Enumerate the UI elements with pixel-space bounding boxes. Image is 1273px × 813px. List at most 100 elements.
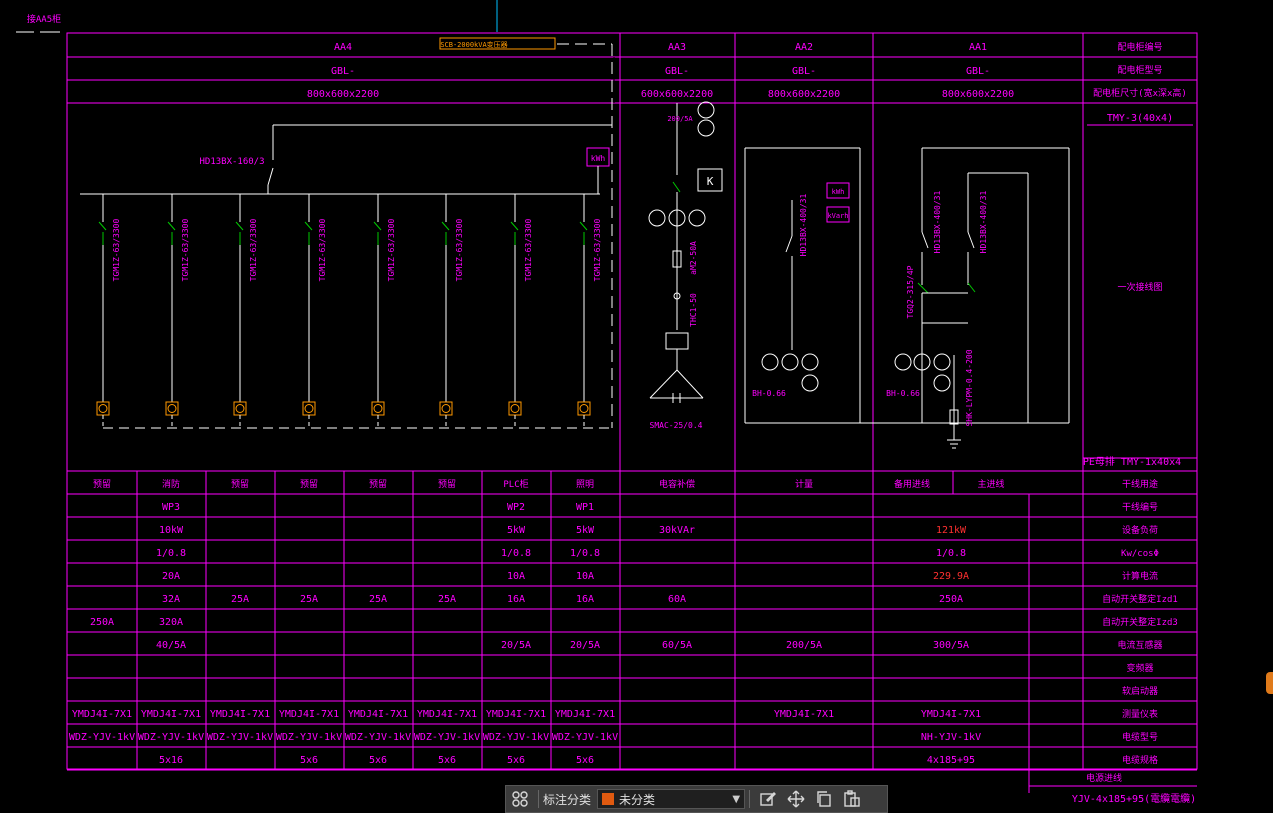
table-cell: 5kW xyxy=(576,525,595,536)
table-cell: 200/5A xyxy=(786,640,822,651)
aa3-ct-label: 200/5A xyxy=(667,115,693,123)
table-cell: 30kVAr xyxy=(659,525,695,536)
table-cell: 5x6 xyxy=(576,755,594,766)
category-color-swatch xyxy=(602,793,615,805)
line-91 xyxy=(967,282,976,293)
table-cell: 250A xyxy=(939,594,963,605)
aa2-ct-extra xyxy=(801,374,819,392)
purpose-cell: 预留 xyxy=(438,478,456,490)
header-row-label: 配电柜尺寸(宽x深x高) xyxy=(1093,87,1187,99)
table-cell: 4x185+95 xyxy=(927,755,975,766)
table-cell: 32A xyxy=(162,594,180,605)
aa4-breaker-label: TGM1Z-63/3300 xyxy=(593,219,602,282)
side-panel-handle[interactable] xyxy=(1266,672,1273,694)
table-cell: 5x16 xyxy=(159,755,183,766)
table-cell: WDZ-YJV-1kV xyxy=(276,732,342,743)
category-dropdown[interactable]: 未分类 ▼ xyxy=(597,789,746,809)
aa4-breaker-label: TGM1Z-63/3300 xyxy=(112,219,121,282)
line-59 xyxy=(579,221,588,231)
ct-ring-2 xyxy=(235,404,245,413)
aa4-breaker-label: TGM1Z-63/3300 xyxy=(318,219,327,282)
row-label: 设备负荷 xyxy=(1122,524,1158,536)
line-68 xyxy=(676,369,704,399)
table-cell: 1/0.8 xyxy=(156,548,186,559)
purpose-cell: 预留 xyxy=(369,478,387,490)
line-44 xyxy=(373,221,382,231)
aa4-breaker-label: TGM1Z-63/3300 xyxy=(249,219,258,282)
table-cell: 20/5A xyxy=(570,640,600,651)
busbar-label: TMY-3(40x4) xyxy=(1107,113,1173,124)
table-cell: WDZ-YJV-1kV xyxy=(552,732,618,743)
table-cell: 5kW xyxy=(507,525,526,536)
edit-icon[interactable] xyxy=(754,786,782,812)
category-label: 标注分类 xyxy=(543,792,592,807)
toolbar-divider xyxy=(538,790,539,808)
table-cell: YMDJ4I-7X1 xyxy=(279,709,339,720)
table-cell: 60A xyxy=(668,594,686,605)
table-cell: 25A xyxy=(300,594,318,605)
cad-drawing-canvas[interactable]: 接AA5柜 AA4 GBL- 800x600x2200 AA3 GBL- 600x600x2… xyxy=(0,0,1273,813)
table-cell: WDZ-YJV-1kV xyxy=(138,732,204,743)
aa3-ct-ring-2 xyxy=(688,209,706,227)
table-cell: 121kW xyxy=(936,525,967,536)
table-cell: 20A xyxy=(162,571,180,582)
cabinet-model: GBL- xyxy=(966,66,990,77)
cabinet-model: GBL- xyxy=(665,66,689,77)
table-cell: 16A xyxy=(576,594,594,605)
row-label: 电流互感器 xyxy=(1117,639,1162,651)
purpose-cell: PLC柜 xyxy=(503,478,528,490)
row-label: 软启动器 xyxy=(1122,685,1158,697)
row-label: 变频器 xyxy=(1126,662,1153,674)
purpose-cell: 消防 xyxy=(162,478,180,490)
aa2-ct-label: BH-0.66 xyxy=(752,389,786,398)
purpose-cell: 主进线 xyxy=(977,478,1004,490)
aa1-ct-2 xyxy=(933,353,951,371)
purpose-cell: 备用进线 xyxy=(894,478,930,490)
cabinet-size: 600x600x2200 xyxy=(641,89,713,100)
purpose-cell: 计量 xyxy=(795,478,813,490)
table-cell: 10kW xyxy=(159,525,184,536)
paste-icon[interactable] xyxy=(838,786,866,812)
aa1-switch-b-label: HD13BX-400/31 xyxy=(979,191,988,254)
cabinet-model: GBL- xyxy=(792,66,816,77)
table-cell: YMDJ4I-7X1 xyxy=(921,709,981,720)
aa1-ats-label: TGQ2-315/4P xyxy=(906,265,915,318)
line-86 xyxy=(921,231,929,249)
aa4-main-switch: HD13BX-160/3 xyxy=(199,157,264,167)
line-19 xyxy=(267,167,274,186)
table-cell: YMDJ4I-7X1 xyxy=(348,709,408,720)
ct-ring-5 xyxy=(441,404,451,413)
aa3-capacitor-label: SMAC-25/0.4 xyxy=(650,421,703,430)
line-39 xyxy=(304,221,313,231)
table-cell: WP1 xyxy=(576,502,594,513)
purpose-cell: 预留 xyxy=(300,478,318,490)
toolbar-divider xyxy=(749,790,751,808)
move-icon[interactable] xyxy=(782,786,810,812)
line-54 xyxy=(510,221,519,231)
purpose-cell: 电容补偿 xyxy=(659,478,695,490)
aa2-switch-label: HD13BX-400/31 xyxy=(799,194,808,257)
ct-ring-4 xyxy=(373,404,383,413)
ct-ring-3 xyxy=(304,404,314,413)
row-label: 自动开关整定Izd1 xyxy=(1102,593,1178,605)
grid-icon[interactable] xyxy=(506,786,534,812)
table-cell: 25A xyxy=(369,594,387,605)
header-row-label: 配电柜型号 xyxy=(1117,64,1162,76)
table-cell: YMDJ4I-7X1 xyxy=(72,709,132,720)
table-cell: 25A xyxy=(231,594,249,605)
table-cell: 1/0.8 xyxy=(570,548,600,559)
copy-icon[interactable] xyxy=(810,786,838,812)
line-24 xyxy=(98,221,107,231)
aa2-ct-2 xyxy=(801,353,819,371)
table-cell: 1/0.8 xyxy=(936,548,966,559)
aa4-breaker-label: TGM1Z-63/3300 xyxy=(524,219,533,282)
table-cell: WP2 xyxy=(507,502,525,513)
incoming-cable-label: 电源进线 xyxy=(1086,772,1122,784)
ct-ring-1 xyxy=(167,404,177,413)
table-cell: 60/5A xyxy=(662,640,692,651)
line-34 xyxy=(235,221,244,231)
table-cell: WDZ-YJV-1kV xyxy=(345,732,411,743)
table-cell: 16A xyxy=(507,594,525,605)
purpose-cell: 预留 xyxy=(231,478,249,490)
table-cell: 1/0.8 xyxy=(501,548,531,559)
